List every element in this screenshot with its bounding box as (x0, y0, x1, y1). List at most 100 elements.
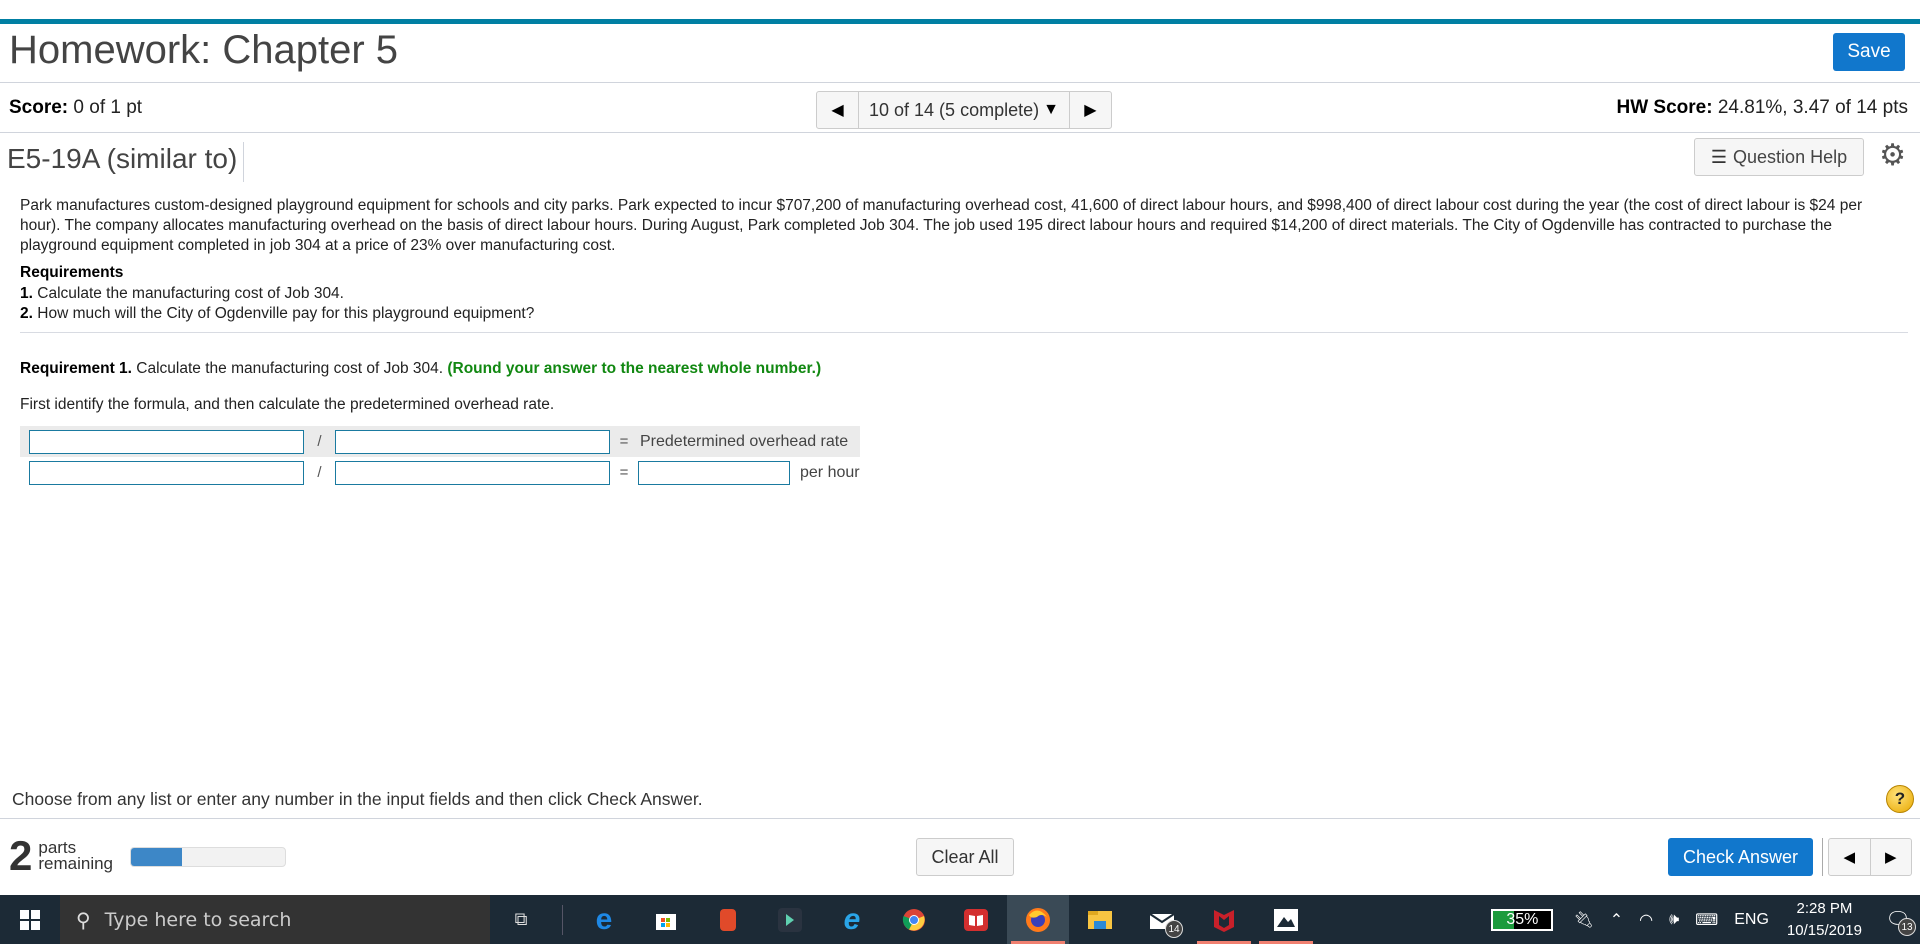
divide-operator: / (317, 464, 322, 481)
windows-taskbar: ⚲ Type here to search ⧉ e e 14 35% 🔌︎ ⌃ … (0, 895, 1920, 944)
power-plug-icon: 🔌︎ (1573, 911, 1594, 929)
battery-indicator[interactable]: 35% (1491, 908, 1554, 931)
reader-app-icon[interactable] (945, 895, 1007, 944)
save-button[interactable]: Save (1833, 33, 1905, 71)
help-icon[interactable]: ? (1886, 785, 1914, 813)
problem-statement: Park manufactures custom-designed playgr… (20, 197, 1863, 254)
volume-icon[interactable]: 🕪︎ (1669, 911, 1679, 929)
action-center-icon[interactable]: 🗨︎ 13 (1876, 895, 1920, 944)
score-value: 0 of 1 pt (73, 97, 143, 118)
chevron-up-icon[interactable]: ⌃ (1610, 910, 1623, 930)
question-help-button[interactable]: ☰ Question Help (1694, 138, 1864, 176)
clock[interactable]: 2:28 PM 10/15/2019 (1787, 898, 1862, 942)
score-row: Score: 0 of 1 pt ◀ 10 of 14 (5 complete)… (0, 83, 1920, 133)
divider (20, 332, 1908, 333)
parts-remaining-label: parts remaining (38, 839, 114, 873)
next-question-button[interactable]: ▶ (1068, 92, 1111, 128)
footer-divider (0, 818, 1920, 819)
language-indicator[interactable]: ENG (1734, 911, 1769, 929)
windows-start-icon[interactable] (0, 895, 60, 944)
formula-numerator-select[interactable] (29, 429, 304, 454)
list-icon: ☰ (1710, 146, 1728, 167)
requirement-text: How much will the City of Ogdenville pay… (37, 305, 535, 322)
rate-unit-label: per hour (800, 463, 860, 481)
answer-instruction: Choose from any list or enter any number… (12, 789, 703, 809)
overhead-rate-input[interactable] (638, 460, 790, 485)
chrome-icon[interactable] (883, 895, 945, 944)
title-row: Homework: Chapter 5 Save (0, 24, 1920, 83)
app-red-icon[interactable] (697, 895, 759, 944)
file-explorer-icon[interactable] (1069, 895, 1131, 944)
filmora-icon[interactable] (759, 895, 821, 944)
formula-denominator-select[interactable] (335, 429, 610, 454)
clock-time: 2:28 PM (1796, 899, 1853, 917)
previous-part-button[interactable]: ◀ (1829, 839, 1871, 875)
task-view-icon[interactable]: ⧉ (490, 895, 552, 944)
requirement-1-label: Requirement 1. (20, 360, 132, 377)
search-placeholder: Type here to search (104, 908, 292, 931)
parts-remaining-count: 2 (9, 832, 33, 879)
system-tray: 35% 🔌︎ ⌃ ◠ 🕪︎ ⌨ ENG 2:28 PM 10/15/2019 🗨… (1491, 895, 1920, 944)
equals-operator: = (619, 464, 629, 481)
wifi-icon[interactable]: ◠ (1639, 910, 1653, 930)
clock-date: 10/15/2019 (1786, 921, 1862, 939)
previous-question-button[interactable]: ◀ (817, 92, 859, 128)
parts-label-line2: remaining (38, 854, 114, 873)
hw-score-value: 24.81%, 3.47 of 14 pts (1717, 97, 1908, 118)
formula-row: / = Predetermined overhead rate (20, 426, 860, 457)
internet-explorer-icon[interactable]: e (821, 895, 883, 944)
notification-badge: 13 (1898, 918, 1916, 936)
part-navigator: ◀ ▶ (1828, 838, 1912, 876)
hw-score-label: HW Score: (1616, 97, 1713, 118)
hw-score: HW Score: 24.81%, 3.47 of 14 pts (1617, 97, 1909, 119)
question-help-label: Question Help (1733, 146, 1848, 167)
check-answer-button[interactable]: Check Answer (1668, 838, 1813, 876)
question-id-row: E5-19A (similar to) ☰ Question Help ⚙ (0, 134, 1920, 182)
page-title: Homework: Chapter 5 (9, 28, 399, 72)
parts-remaining: 2 parts remaining (9, 832, 114, 879)
formula-result-label: Predetermined overhead rate (640, 432, 849, 450)
mail-icon[interactable]: 14 (1131, 895, 1193, 944)
battery-percent: 35% (1506, 910, 1539, 928)
next-part-button[interactable]: ▶ (1871, 839, 1912, 875)
progress-fill (131, 848, 182, 866)
requirement-text: Calculate the manufacturing cost of Job … (37, 285, 344, 302)
question-navigator: ◀ 10 of 14 (5 complete) ▼ ▶ (816, 91, 1112, 129)
requirement-item: 2. How much will the City of Ogdenville … (20, 304, 534, 324)
caret-down-icon: ▼ (1043, 101, 1059, 118)
denominator-value-input[interactable] (335, 460, 610, 485)
requirement-1-text: Calculate the manufacturing cost of Job … (136, 360, 444, 377)
taskbar-separator (562, 904, 563, 935)
parts-progress-bar (130, 847, 286, 867)
formula-table: / = Predetermined overhead rate / = per … (20, 426, 860, 488)
mcafee-icon[interactable] (1193, 895, 1255, 944)
firefox-icon[interactable] (1007, 895, 1069, 944)
clear-all-button[interactable]: Clear All (916, 838, 1014, 876)
requirement-item: 1. Calculate the manufacturing cost of J… (20, 284, 534, 304)
triangle-right-icon: ▶ (1084, 102, 1097, 119)
formula-instruction: First identify the formula, and then cal… (20, 396, 555, 413)
question-select-dropdown[interactable]: 10 of 14 (5 complete) ▼ (859, 92, 1069, 128)
calculation-row: / = per hour (20, 457, 860, 488)
edge-browser-icon[interactable]: e (573, 895, 635, 944)
button-divider (1822, 838, 1823, 876)
mail-badge: 14 (1165, 920, 1183, 938)
photos-icon[interactable] (1255, 895, 1317, 944)
requirements-list: 1. Calculate the manufacturing cost of J… (20, 284, 534, 324)
gear-icon[interactable]: ⚙ (1879, 141, 1906, 171)
requirements-heading: Requirements (20, 264, 124, 281)
rounding-hint: (Round your answer to the nearest whole … (447, 360, 822, 377)
microsoft-store-icon[interactable] (635, 895, 697, 944)
question-id: E5-19A (similar to) (7, 142, 245, 182)
triangle-left-icon: ◀ (831, 102, 844, 119)
divide-operator: / (317, 433, 322, 450)
requirement-1-prompt: Requirement 1. Calculate the manufacturi… (20, 360, 821, 378)
score: Score: 0 of 1 pt (9, 97, 142, 119)
numerator-value-input[interactable] (29, 460, 304, 485)
equals-operator: = (619, 433, 629, 450)
keyboard-icon[interactable]: ⌨ (1695, 910, 1718, 930)
taskbar-search-box[interactable]: ⚲ Type here to search (60, 895, 490, 944)
question-position: 10 of 14 (5 complete) (869, 99, 1040, 120)
score-label: Score: (9, 97, 69, 118)
requirement-number: 2. (20, 305, 33, 322)
